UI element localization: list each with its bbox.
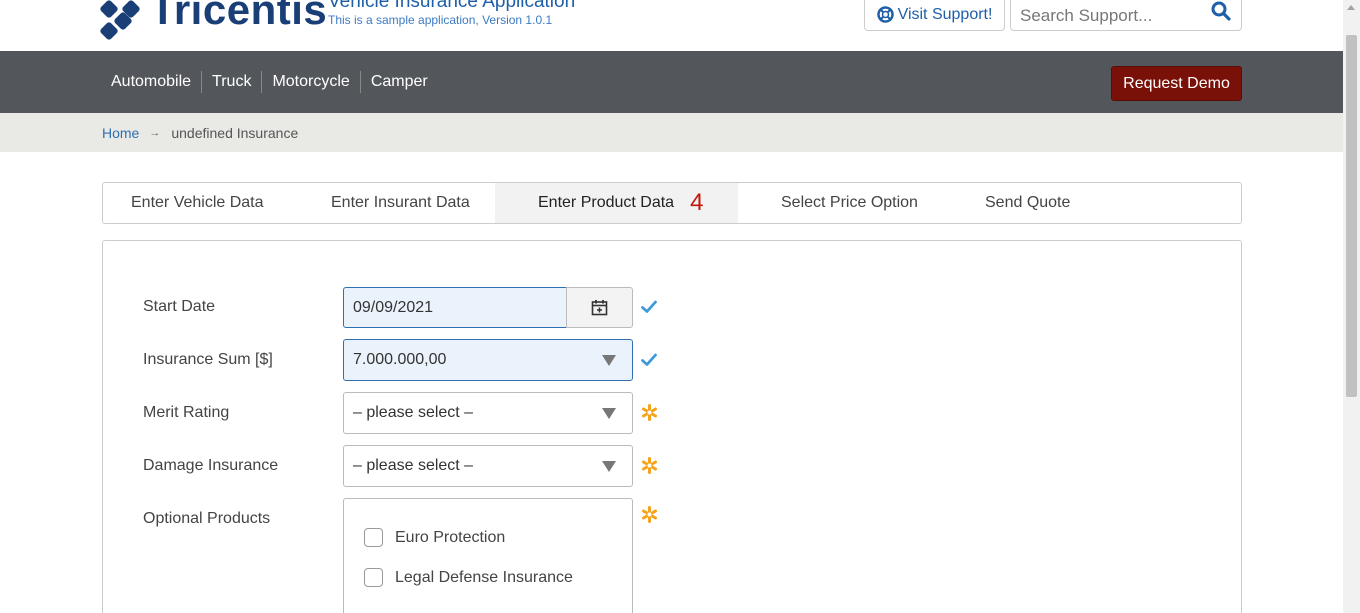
visit-support-label: Visit Support! bbox=[897, 5, 993, 23]
tab-count-badge: 4 bbox=[690, 189, 704, 216]
nav-item-truck[interactable]: Truck bbox=[202, 71, 263, 93]
nav-menu: Automobile Truck Motorcycle Camper bbox=[101, 71, 438, 93]
wizard-tabs: Enter Vehicle Data Enter Insurant Data E… bbox=[102, 182, 1242, 224]
insurance-sum-label: Insurance Sum [$] bbox=[143, 351, 273, 368]
breadcrumb-current: undefined Insurance bbox=[171, 124, 299, 141]
app-title: Vehicle Insurance Application bbox=[328, 0, 576, 12]
page-scrollbar[interactable] bbox=[1343, 0, 1360, 613]
legal-defense-checkbox[interactable] bbox=[364, 568, 383, 587]
option-label: Euro Protection bbox=[395, 528, 506, 546]
scrollbar-thumb[interactable] bbox=[1346, 35, 1357, 397]
logo-text: Tricentis bbox=[150, 0, 328, 33]
tab-enter-vehicle-data[interactable]: Enter Vehicle Data bbox=[103, 183, 331, 223]
main-navbar: Automobile Truck Motorcycle Camper Reque… bbox=[0, 51, 1343, 113]
merit-rating-value: – please select – bbox=[353, 404, 474, 421]
start-date-value: 09/09/2021 bbox=[353, 299, 434, 316]
scroll-up-arrow-icon[interactable] bbox=[1347, 5, 1355, 10]
search-support-box bbox=[1010, 0, 1242, 31]
euro-protection-checkbox[interactable] bbox=[364, 528, 383, 547]
search-icon[interactable] bbox=[1211, 1, 1231, 21]
chevron-down-icon bbox=[602, 355, 616, 366]
tab-label: Enter Vehicle Data bbox=[131, 194, 264, 211]
chevron-down-icon bbox=[602, 408, 616, 419]
required-icon bbox=[642, 457, 657, 474]
chevron-down-icon bbox=[602, 461, 616, 472]
nav-item-motorcycle[interactable]: Motorcycle bbox=[262, 71, 361, 93]
search-support-input[interactable] bbox=[1020, 6, 1200, 26]
calendar-icon bbox=[591, 300, 608, 316]
tab-label: Enter Insurant Data bbox=[331, 194, 470, 211]
insurance-sum-value: 7.000.000,00 bbox=[353, 351, 447, 368]
header: Tricentis Vehicle Insurance Application … bbox=[0, 0, 1343, 51]
tab-send-quote[interactable]: Send Quote bbox=[985, 183, 1135, 223]
breadcrumb-arrow-icon: → bbox=[149, 126, 161, 139]
breadcrumb: Home → undefined Insurance bbox=[0, 113, 1343, 152]
tab-enter-product-data[interactable]: Enter Product Data 4 bbox=[495, 183, 738, 223]
request-demo-button[interactable]: Request Demo bbox=[1111, 66, 1242, 101]
tab-label: Enter Product Data bbox=[538, 194, 675, 211]
tab-label: Select Price Option bbox=[781, 194, 918, 211]
damage-insurance-label: Damage Insurance bbox=[143, 457, 279, 474]
damage-insurance-select[interactable]: – please select – bbox=[343, 445, 633, 487]
option-euro-protection[interactable]: Euro Protection bbox=[364, 528, 505, 547]
required-icon bbox=[642, 404, 657, 421]
check-icon bbox=[641, 300, 657, 313]
option-label: Legal Defense Insurance bbox=[395, 568, 573, 586]
tab-select-price-option[interactable]: Select Price Option bbox=[738, 183, 985, 223]
breadcrumb-home-link[interactable]: Home bbox=[102, 125, 139, 141]
tab-label: Send Quote bbox=[985, 194, 1071, 211]
start-date-label: Start Date bbox=[143, 298, 216, 315]
logo-mark-icon bbox=[99, 0, 141, 41]
optional-products-label: Optional Products bbox=[143, 510, 271, 527]
app-subtitle: This is a sample application, Version 1.… bbox=[328, 13, 553, 27]
nav-item-automobile[interactable]: Automobile bbox=[101, 71, 203, 93]
tricentis-logo[interactable]: Tricentis bbox=[99, 0, 328, 41]
option-legal-defense-insurance[interactable]: Legal Defense Insurance bbox=[364, 568, 573, 587]
tab-enter-insurant-data[interactable]: Enter Insurant Data bbox=[331, 183, 495, 223]
calendar-button[interactable] bbox=[566, 287, 633, 328]
nav-item-camper[interactable]: Camper bbox=[361, 71, 438, 93]
merit-rating-select[interactable]: – please select – bbox=[343, 392, 633, 434]
required-icon bbox=[642, 506, 657, 523]
visit-support-button[interactable]: Visit Support! bbox=[864, 0, 1005, 31]
product-data-form bbox=[102, 240, 1242, 613]
merit-rating-label: Merit Rating bbox=[143, 404, 230, 421]
start-date-input[interactable]: 09/09/2021 bbox=[343, 287, 567, 328]
damage-insurance-value: – please select – bbox=[353, 457, 474, 474]
optional-products-list: Euro Protection Legal Defense Insurance bbox=[343, 498, 633, 613]
check-icon bbox=[641, 353, 657, 366]
lifebuoy-icon bbox=[876, 6, 894, 23]
insurance-sum-select[interactable]: 7.000.000,00 bbox=[343, 339, 633, 381]
